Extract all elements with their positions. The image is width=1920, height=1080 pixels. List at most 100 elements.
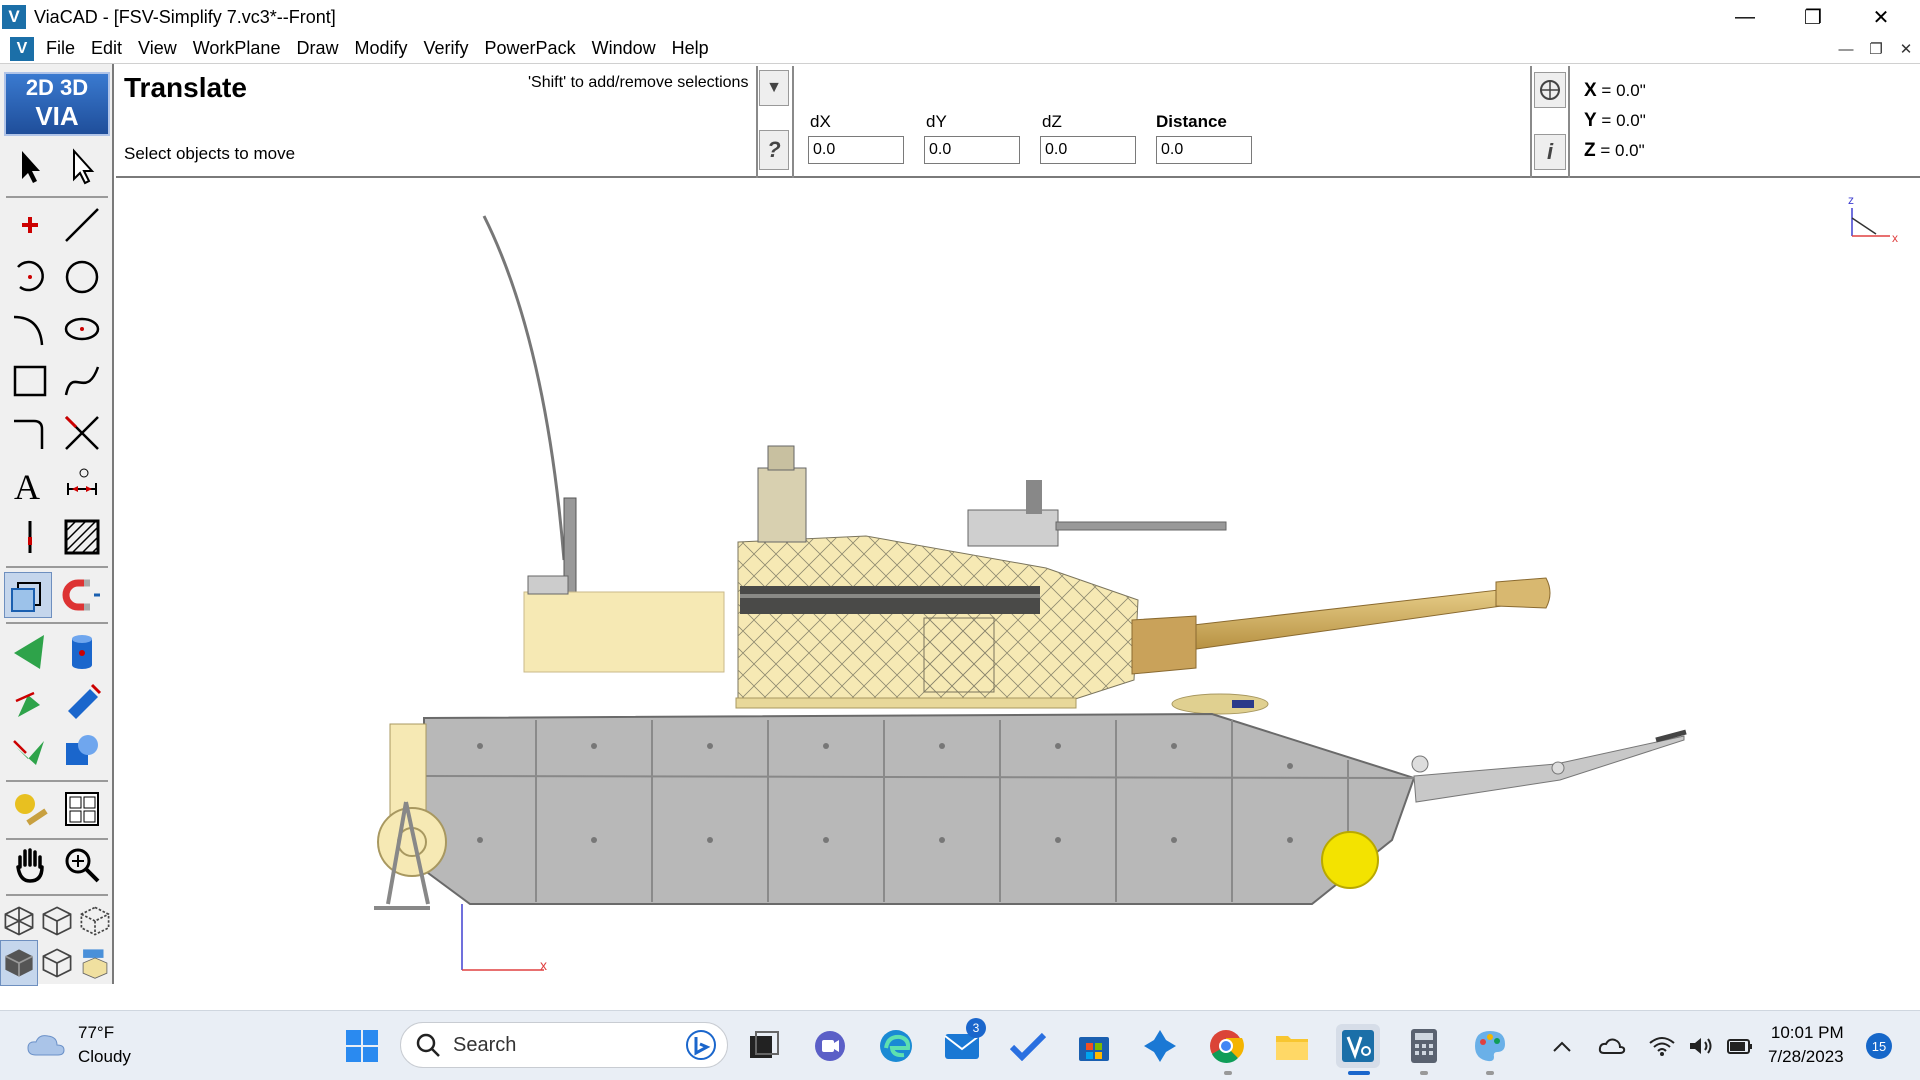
wireframe-view-icon[interactable] — [0, 898, 38, 944]
menu-workplane[interactable]: WorkPlane — [193, 38, 281, 59]
trim-icon[interactable] — [58, 410, 106, 456]
menu-help[interactable]: Help — [672, 38, 709, 59]
windows-start-icon[interactable] — [340, 1024, 384, 1068]
circle-icon[interactable] — [58, 254, 106, 300]
close-icon[interactable]: ✕ — [1852, 0, 1910, 34]
panel-divider — [1568, 66, 1570, 178]
cylinder-icon[interactable] — [58, 628, 106, 674]
render-view-icon[interactable] — [76, 940, 114, 986]
teams-chat-icon[interactable] — [808, 1024, 852, 1068]
mail-icon[interactable]: 3 — [940, 1018, 986, 1068]
arc-icon[interactable] — [6, 254, 54, 300]
ellipse-icon[interactable] — [58, 306, 106, 352]
dy-input[interactable] — [924, 136, 1020, 164]
fillet-icon[interactable] — [6, 410, 54, 456]
taskbar-search-box[interactable]: Search — [400, 1022, 728, 1068]
volume-icon[interactable] — [1684, 1024, 1720, 1068]
translate-icon[interactable] — [4, 572, 52, 618]
magnet-snap-icon[interactable] — [58, 572, 106, 618]
render-material-icon[interactable] — [6, 786, 54, 832]
file-explorer-icon[interactable] — [1270, 1024, 1314, 1068]
help-button[interactable]: ? — [759, 130, 789, 170]
extrude-icon[interactable] — [6, 678, 54, 724]
menu-draw[interactable]: Draw — [296, 38, 338, 59]
outline-view-icon[interactable] — [38, 940, 76, 986]
windows-taskbar: 77°F Cloudy Search 3 10:01 PM 7/28/2023 … — [0, 1010, 1920, 1080]
hatch-icon[interactable] — [58, 514, 106, 560]
copilot-app-icon[interactable] — [1138, 1024, 1182, 1068]
battery-icon[interactable] — [1722, 1024, 1758, 1068]
toolbar-separator — [6, 622, 108, 624]
pan-hand-icon[interactable] — [6, 842, 54, 888]
menu-verify[interactable]: Verify — [424, 38, 469, 59]
document-icon[interactable]: V — [10, 36, 34, 61]
toolbar-separator — [6, 196, 108, 198]
boolean-union-icon[interactable] — [6, 728, 54, 774]
zoom-icon[interactable] — [58, 842, 106, 888]
solid-blend-icon[interactable] — [58, 728, 106, 774]
text-icon[interactable]: A — [6, 462, 54, 508]
todo-icon[interactable] — [1006, 1024, 1050, 1068]
dx-input[interactable] — [808, 136, 904, 164]
dashed-view-icon[interactable] — [76, 898, 114, 944]
calculator-icon[interactable] — [1402, 1024, 1446, 1068]
logo-text-top: 2D 3D — [25, 75, 89, 100]
dx-label: dX — [810, 112, 831, 131]
3d-viewport[interactable]: x z x — [116, 180, 1920, 1008]
tangent-arc-icon[interactable] — [6, 306, 54, 352]
point-icon[interactable] — [6, 202, 54, 248]
chrome-icon[interactable] — [1204, 1024, 1248, 1068]
select-outline-arrow-icon[interactable] — [58, 144, 106, 190]
menu-edit[interactable]: Edit — [91, 38, 122, 59]
hidden-line-view-icon[interactable] — [38, 898, 76, 944]
edit-line-icon[interactable] — [6, 514, 54, 560]
origin-x-label: x — [540, 957, 547, 973]
command-options-dropdown[interactable]: ▼ — [759, 70, 789, 106]
system-clock[interactable]: 10:01 PM 7/28/2023 — [1768, 1021, 1844, 1069]
menu-window[interactable]: Window — [592, 38, 656, 59]
dimension-icon[interactable] — [58, 462, 106, 508]
doc-close-icon[interactable]: ✕ — [1894, 38, 1918, 60]
task-view-icon[interactable] — [742, 1024, 786, 1068]
snap-crosshair-icon[interactable] — [1534, 72, 1566, 108]
info-button[interactable]: i — [1534, 134, 1566, 170]
x-coordinate: X = 0.0" — [1584, 80, 1646, 101]
line-icon[interactable] — [58, 202, 106, 248]
dz-input[interactable] — [1040, 136, 1136, 164]
menu-powerpack[interactable]: PowerPack — [485, 38, 576, 59]
onedrive-cloud-icon[interactable] — [1594, 1024, 1630, 1068]
menu-modify[interactable]: Modify — [354, 38, 407, 59]
viacad-app-icon[interactable]: V — [2, 5, 26, 29]
microsoft-store-icon[interactable] — [1072, 1024, 1116, 1068]
select-arrow-icon[interactable] — [6, 144, 54, 190]
restore-icon[interactable]: ❐ — [1784, 0, 1842, 34]
paint-icon[interactable] — [1468, 1024, 1512, 1068]
cone-icon[interactable] — [6, 628, 54, 674]
command-panel: Translate Select objects to move 'Shift'… — [116, 66, 1920, 178]
antenna — [482, 215, 566, 561]
menu-file[interactable]: File — [46, 38, 75, 59]
menu-bar: V File Edit View WorkPlane Draw Modify V… — [0, 34, 1920, 64]
front-road-wheel — [1321, 831, 1379, 889]
toolbar-separator — [6, 780, 108, 782]
rear-idler-wheel — [377, 807, 447, 877]
layout-icon[interactable] — [58, 786, 106, 832]
hull — [423, 712, 1416, 905]
y-coordinate: Y = 0.0" — [1584, 110, 1646, 131]
sweep-icon[interactable] — [58, 678, 106, 724]
edge-browser-icon[interactable] — [874, 1024, 918, 1068]
menu-view[interactable]: View — [138, 38, 177, 59]
minimize-icon[interactable]: — — [1716, 0, 1774, 34]
doc-minimize-icon[interactable]: — — [1834, 38, 1858, 60]
shaded-view-icon[interactable] — [0, 940, 38, 986]
viacad-taskbar-icon[interactable] — [1336, 1024, 1380, 1068]
wifi-icon[interactable] — [1644, 1024, 1680, 1068]
chevron-up-icon[interactable] — [1544, 1024, 1580, 1068]
selection-hint: 'Shift' to add/remove selections — [528, 74, 749, 91]
rectangle-icon[interactable] — [6, 358, 54, 404]
distance-input[interactable] — [1156, 136, 1252, 164]
doc-restore-icon[interactable]: ❐ — [1864, 38, 1888, 60]
spline-icon[interactable] — [58, 358, 106, 404]
notification-badge[interactable]: 15 — [1866, 1033, 1892, 1059]
weather-widget[interactable]: 77°F Cloudy — [26, 1021, 131, 1069]
